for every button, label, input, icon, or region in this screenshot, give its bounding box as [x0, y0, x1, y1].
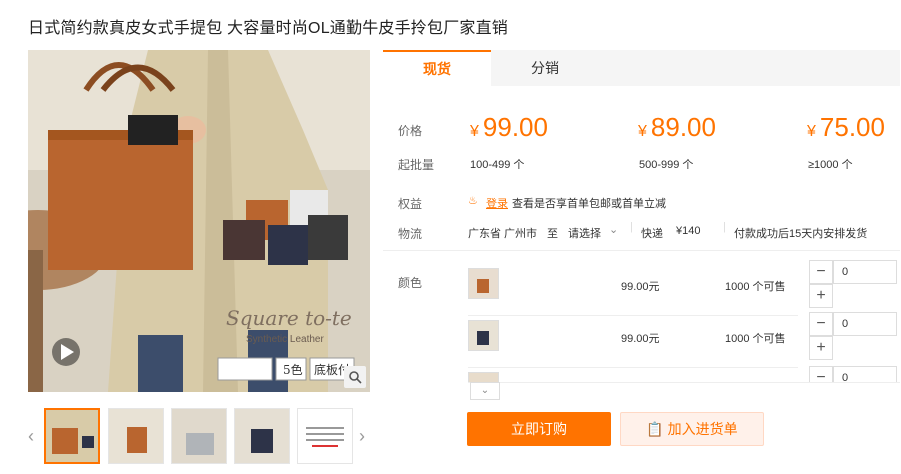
qty-tier-3: ≥1000 个 [808, 159, 853, 171]
zoom-icon[interactable] [344, 366, 366, 388]
product-photo: Square to-te Synthetic Leather 5色 底板付 [28, 50, 370, 392]
destination-select[interactable]: 请选择 [568, 225, 601, 241]
sku-stock: 1000 个可售 [725, 281, 786, 293]
chevron-down-icon[interactable]: ⌄ [609, 223, 618, 236]
badge-colors: 5色 [283, 363, 303, 377]
shipping-method: 快递 [641, 228, 663, 240]
minus-button[interactable]: − [809, 312, 833, 336]
quantity-input[interactable]: 0 [833, 260, 897, 284]
thumbnail[interactable] [297, 408, 353, 464]
sku-price: 99.00元 [621, 333, 660, 345]
qty-tier-1: 100-499 个 [470, 159, 525, 171]
quantity-input[interactable]: 0 [833, 366, 897, 382]
thumbnail[interactable] [108, 408, 164, 464]
price-tier-2: ¥89.00 [638, 112, 716, 142]
ship-from: 广东省 广州市 [468, 228, 538, 240]
ship-to-label: 至 [547, 228, 558, 240]
shipping-fee: ¥140 [676, 225, 701, 237]
sku-stock: 1000 个可售 [725, 333, 786, 345]
sku-row: 99.00元 1000 个可售 − 0 + [468, 312, 900, 368]
quantity-input[interactable]: 0 [833, 312, 897, 336]
overlay-text-2: Synthetic Leather [246, 334, 324, 345]
sku-row: − 0 [468, 366, 900, 382]
thumbnail-strip: ‹ › [28, 408, 370, 466]
sku-thumbnail[interactable] [468, 372, 499, 382]
coupon-icon: ♨ [468, 195, 478, 207]
sku-row: 99.00元 1000 个可售 − 0 + [468, 260, 900, 316]
delivery-note: 付款成功后15天内安排发货 [734, 228, 868, 240]
logistics-label: 物流 [398, 227, 423, 241]
benefits-text: 查看是否享首单包邮或首单立减 [512, 198, 666, 210]
minus-button[interactable]: − [809, 366, 833, 382]
overlay-text-1: Square to-te [226, 306, 352, 330]
plus-button[interactable]: + [809, 284, 833, 308]
chevron-right-icon[interactable]: › [359, 426, 365, 447]
clipboard-icon: 📋 [646, 421, 664, 437]
product-title: 日式简约款真皮女式手提包 大容量时尚OL通勤牛皮手拎包厂家直销 [28, 20, 508, 37]
minus-button[interactable]: − [809, 260, 833, 284]
divider [383, 250, 900, 251]
price-label: 价格 [398, 124, 423, 138]
benefits-label: 权益 [398, 197, 423, 211]
price-tier-1: ¥99.00 [470, 112, 548, 142]
add-to-cart-label: 加入进货单 [667, 421, 738, 437]
sku-thumbnail[interactable] [468, 320, 499, 351]
add-to-cart-button[interactable]: 📋 加入进货单 [620, 412, 764, 446]
plus-button[interactable]: + [809, 336, 833, 360]
main-product-image[interactable]: Square to-te Synthetic Leather 5色 底板付 [28, 50, 370, 392]
thumbnail[interactable] [171, 408, 227, 464]
color-label: 颜色 [398, 276, 423, 290]
sku-thumbnail[interactable] [468, 268, 499, 299]
price-tier-3: ¥75.00 [807, 112, 885, 142]
tab-in-stock[interactable]: 现货 [383, 50, 491, 86]
buy-now-button[interactable]: 立即订购 [467, 412, 611, 446]
qty-tier-2: 500-999 个 [639, 159, 694, 171]
moq-label: 起批量 [398, 158, 435, 172]
divider [468, 382, 900, 383]
expand-sku-button[interactable]: ⌄ [470, 382, 500, 400]
tab-distribution[interactable]: 分销 [491, 50, 599, 86]
chevron-left-icon[interactable]: ‹ [28, 426, 34, 447]
purchase-tabs: 现货 分销 [383, 50, 900, 86]
thumbnail[interactable] [234, 408, 290, 464]
sku-price: 99.00元 [621, 281, 660, 293]
thumbnail[interactable] [44, 408, 100, 464]
login-link[interactable]: 登录 [486, 195, 508, 211]
